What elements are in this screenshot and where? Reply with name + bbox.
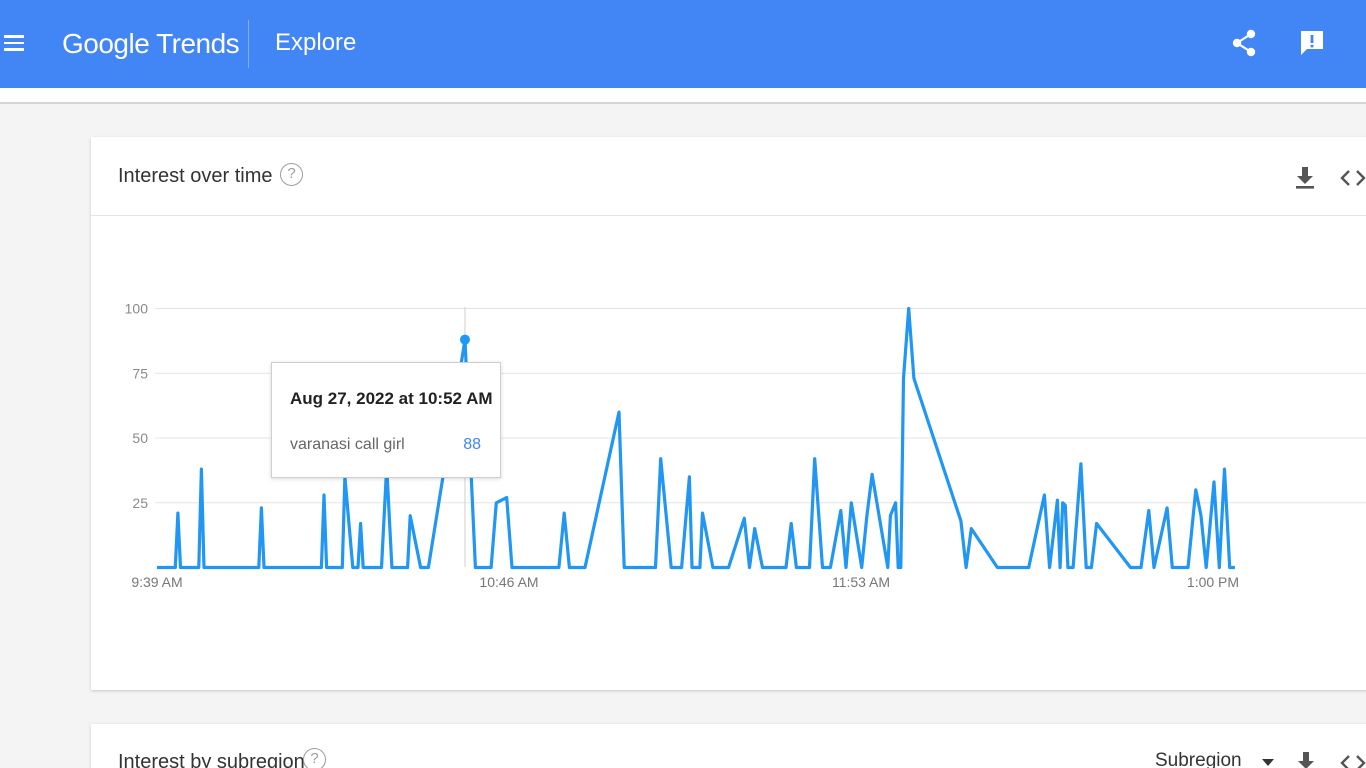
y-tick-label: 100	[125, 301, 149, 317]
interest-by-subregion-card: Interest by subregion ? Subregion	[91, 724, 1366, 768]
help-icon[interactable]: ?	[303, 748, 326, 768]
y-tick-label: 25	[132, 495, 148, 511]
download-icon[interactable]	[1295, 750, 1317, 768]
card-title: Interest by subregion	[118, 751, 305, 768]
y-tick-label: 50	[132, 430, 148, 446]
tooltip-value: 88	[463, 436, 481, 453]
subregion-select[interactable]: Subregion	[1155, 750, 1275, 768]
embed-icon[interactable]	[1339, 750, 1366, 768]
chart-tooltip: Aug 27, 2022 at 10:52 AM varanasi call g…	[271, 362, 501, 478]
y-tick-label: 75	[132, 365, 148, 381]
chevron-down-icon	[1262, 759, 1274, 766]
tooltip-term: varanasi call girl	[290, 436, 405, 453]
subregion-select-value: Subregion	[1155, 750, 1242, 768]
tooltip-date: Aug 27, 2022 at 10:52 AM	[290, 389, 493, 408]
x-tick-label: 9:39 AM	[131, 574, 182, 590]
x-tick-label: 10:46 AM	[479, 574, 538, 590]
x-tick-label: 1:00 PM	[1187, 574, 1239, 590]
x-tick-label: 11:53 AM	[832, 574, 890, 590]
highlighted-point	[459, 334, 470, 345]
interest-over-time-chart[interactable]: 100 75 50 25 9:39 AM 10:46 AM 11:53 AM 1:00 PM	[0, 0, 1366, 768]
